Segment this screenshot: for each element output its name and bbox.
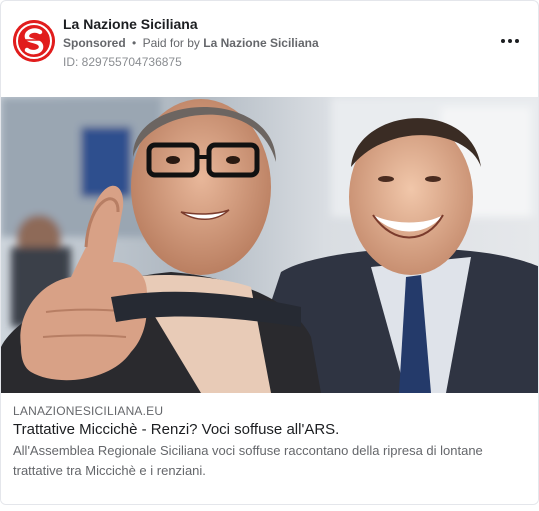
sponsored-post-card: La Nazione Siciliana Sponsored • Paid fo… — [0, 0, 539, 505]
link-domain: LANAZIONESICILIANA.EU — [13, 404, 164, 418]
more-options-button[interactable] — [496, 29, 524, 53]
link-description: All'Assemblea Regionale Siciliana voci s… — [13, 443, 483, 478]
ad-photo — [1, 97, 538, 393]
link-headline[interactable]: Trattative Miccichè - Renzi? Voci soffus… — [13, 421, 339, 438]
ad-id: ID: 829755704736875 — [63, 55, 182, 69]
meta-separator: • — [132, 36, 137, 50]
more-options-icon — [501, 39, 519, 43]
ad-image[interactable] — [1, 97, 538, 393]
page-avatar[interactable] — [13, 20, 55, 62]
sponsored-label: Sponsored — [63, 36, 126, 50]
payer-name[interactable]: La Nazione Siciliana — [203, 36, 318, 50]
sponsored-line: Sponsored • Paid for by La Nazione Sicil… — [63, 36, 319, 50]
page-name-link[interactable]: La Nazione Siciliana — [63, 16, 198, 32]
paid-for-prefix: Paid for by — [142, 36, 200, 50]
post-header: La Nazione Siciliana Sponsored • Paid fo… — [1, 1, 538, 97]
la-nazione-siciliana-logo-icon — [13, 20, 55, 62]
link-preview[interactable]: LANAZIONESICILIANA.EU Trattative Miccich… — [1, 393, 538, 504]
